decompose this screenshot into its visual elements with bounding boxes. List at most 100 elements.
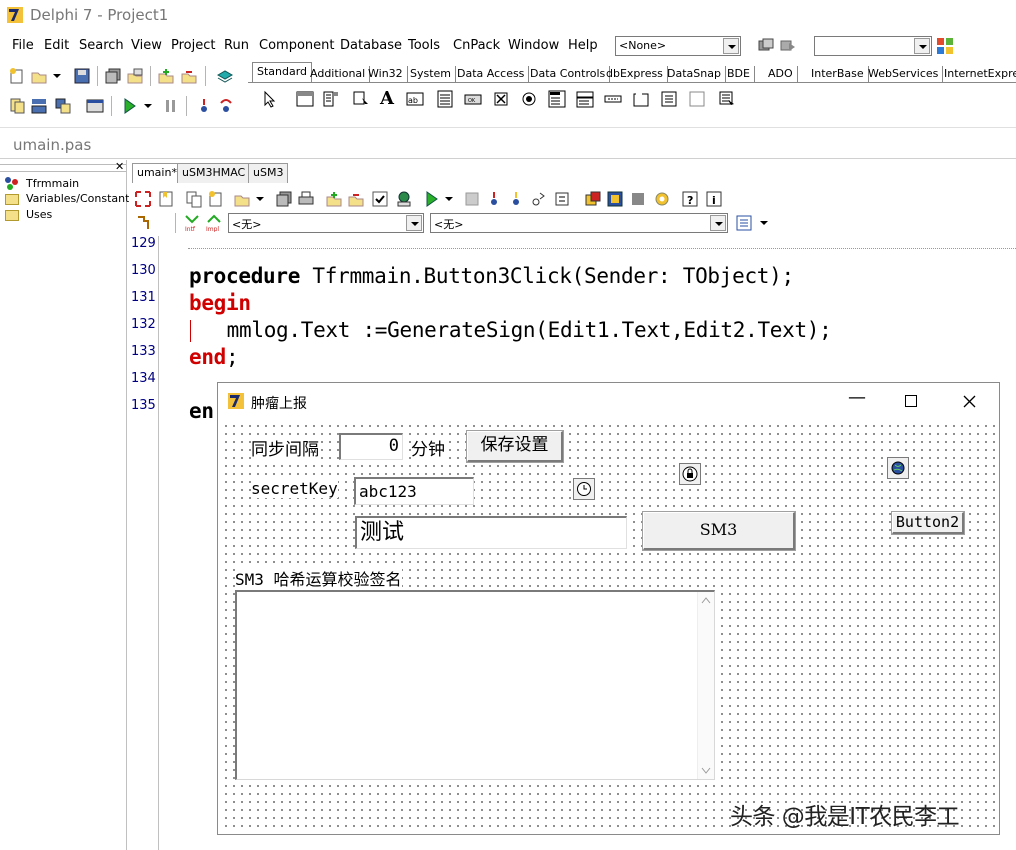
- palette-tab-system[interactable]: System: [406, 66, 457, 82]
- run-icon[interactable]: [120, 97, 138, 115]
- editor-tab-usm3[interactable]: uSM3: [248, 163, 289, 183]
- save-icon[interactable]: [73, 67, 91, 85]
- trace-into-icon[interactable]: [485, 190, 503, 208]
- palette-tab-additional[interactable]: Additional: [306, 66, 371, 82]
- web-component[interactable]: [887, 457, 909, 479]
- run-icon[interactable]: [422, 190, 440, 208]
- listbox-icon[interactable]: [548, 90, 566, 108]
- fullscreen-icon[interactable]: [134, 190, 152, 208]
- close-icon[interactable]: [963, 395, 976, 408]
- list-icon[interactable]: [735, 214, 753, 232]
- sm3-button[interactable]: SM3: [643, 512, 795, 550]
- scrollbar-icon[interactable]: [604, 90, 622, 108]
- data-icon[interactable]: [606, 190, 624, 208]
- bookmark-icon[interactable]: [157, 190, 175, 208]
- sync-interval-input[interactable]: 0: [339, 433, 403, 460]
- evaluate-icon[interactable]: [553, 190, 571, 208]
- menu-database[interactable]: Database: [340, 38, 402, 53]
- menu-cnpack[interactable]: CnPack: [453, 38, 500, 53]
- menu-view[interactable]: View: [131, 38, 162, 53]
- menu-help[interactable]: Help: [568, 38, 598, 53]
- print-icon[interactable]: [297, 190, 315, 208]
- file-tab-umain[interactable]: umain.pas: [13, 136, 91, 154]
- groupbox-icon[interactable]: [632, 90, 650, 108]
- form-designer-window[interactable]: 肿瘤上报 — 同步间隔 0 分钟 保存设置 secretKey abc123 测…: [217, 382, 1000, 835]
- secret-key-input[interactable]: abc123: [354, 477, 474, 505]
- view-form-icon[interactable]: [30, 97, 48, 115]
- desktop-config-combo[interactable]: <None>: [615, 36, 741, 56]
- save-desktop-icon[interactable]: [757, 37, 775, 55]
- chevron-down-icon[interactable]: [52, 71, 62, 81]
- open-icon[interactable]: [30, 67, 48, 85]
- debug-desktop-icon[interactable]: [779, 37, 797, 55]
- component-icon[interactable]: [584, 190, 602, 208]
- pause-icon[interactable]: [162, 97, 180, 115]
- palette-tab-interbase[interactable]: InterBase: [807, 66, 869, 82]
- add-to-project-icon[interactable]: [157, 67, 175, 85]
- frames-icon[interactable]: [352, 90, 370, 108]
- gray-block-icon[interactable]: [629, 190, 647, 208]
- palette-tab-datasnap[interactable]: DataSnap: [663, 66, 726, 82]
- form-title-bar[interactable]: 肿瘤上报 —: [218, 383, 999, 419]
- help-icon[interactable]: [216, 67, 234, 85]
- palette-tab-standard[interactable]: Standard: [252, 62, 313, 82]
- palette-tab-ado[interactable]: ADO: [764, 66, 798, 82]
- button2[interactable]: Button2: [892, 512, 964, 534]
- help-icon[interactable]: ?: [681, 190, 699, 208]
- palette-tab-bde[interactable]: BDE: [723, 66, 755, 82]
- chevron-down-icon[interactable]: [406, 215, 422, 231]
- new-item-icon[interactable]: [207, 190, 225, 208]
- memo-scrollbar[interactable]: [697, 592, 714, 779]
- palette-tab-win32[interactable]: Win32: [364, 66, 408, 82]
- stop-icon[interactable]: [463, 190, 481, 208]
- editor-tab-umain[interactable]: umain*: [132, 163, 182, 183]
- menu-run[interactable]: Run: [224, 38, 249, 53]
- combobox-icon[interactable]: [576, 90, 594, 108]
- gear-icon[interactable]: [653, 190, 671, 208]
- chevron-down-icon[interactable]: [723, 38, 739, 54]
- chevron-down-icon[interactable]: [444, 194, 454, 204]
- info-icon[interactable]: i: [705, 190, 723, 208]
- maximize-icon[interactable]: [905, 395, 917, 407]
- code-nav-icon[interactable]: [134, 214, 152, 232]
- menu-component[interactable]: Component: [259, 38, 334, 53]
- editor-tab-usm3hmac[interactable]: uSM3HMAC: [177, 163, 251, 183]
- label-icon[interactable]: A: [380, 88, 394, 109]
- save-settings-button[interactable]: 保存设置: [467, 431, 563, 462]
- remove-from-project-icon[interactable]: [347, 190, 365, 208]
- palette-tab-data-access[interactable]: Data Access: [453, 66, 530, 82]
- windows-logo-icon[interactable]: [936, 37, 954, 55]
- run-to-cursor-icon[interactable]: [529, 190, 547, 208]
- menu-tools[interactable]: Tools: [408, 38, 440, 53]
- button-icon[interactable]: OK: [464, 90, 482, 108]
- method-combo[interactable]: <无>: [430, 213, 728, 233]
- radiobutton-icon[interactable]: [520, 90, 538, 108]
- second-combo[interactable]: [814, 36, 932, 56]
- chevron-down-icon[interactable]: [759, 218, 769, 228]
- new-icon[interactable]: [8, 67, 26, 85]
- checkbox-icon[interactable]: [492, 90, 510, 108]
- tree-item-uses[interactable]: Uses: [26, 208, 52, 221]
- toggle-form-unit-icon[interactable]: [54, 97, 72, 115]
- palette-tab-webservices[interactable]: WebServices: [864, 66, 944, 82]
- mmlog-memo[interactable]: [235, 590, 715, 780]
- palette-tab-internetexpress[interactable]: InternetExpress: [940, 66, 1016, 82]
- memo-icon[interactable]: [436, 90, 454, 108]
- panel-icon[interactable]: [688, 90, 706, 108]
- popupmenu-icon[interactable]: [322, 90, 340, 108]
- actionlist-icon[interactable]: [718, 90, 736, 108]
- menu-edit[interactable]: Edit: [44, 38, 69, 53]
- menu-search[interactable]: Search: [79, 38, 124, 53]
- add-to-project-icon[interactable]: [325, 190, 343, 208]
- class-combo[interactable]: <无>: [228, 213, 424, 233]
- open-icon[interactable]: [233, 190, 251, 208]
- trace-into-icon[interactable]: [195, 97, 213, 115]
- open-project-icon[interactable]: [126, 67, 144, 85]
- tree-item-variables[interactable]: Variables/Constants: [26, 192, 135, 205]
- chevron-down-icon[interactable]: [143, 101, 153, 111]
- save-all-icon[interactable]: [275, 190, 293, 208]
- chevron-down-icon[interactable]: [710, 215, 726, 231]
- chevron-up-icon[interactable]: [701, 596, 711, 604]
- palette-tab-dbexpress[interactable]: dbExpress: [602, 66, 668, 82]
- implementation-icon[interactable]: Impl: [205, 214, 223, 232]
